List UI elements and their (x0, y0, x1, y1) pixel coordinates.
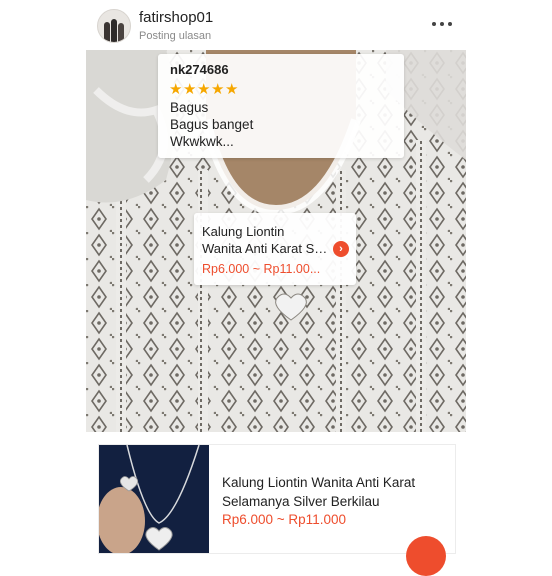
star-icon: ★ (169, 81, 183, 98)
product-tag-price: Rp6.000 ~ Rp11.00... (202, 262, 321, 276)
product-price: Rp6.000 ~ Rp11.000 (222, 512, 346, 527)
shop-name[interactable]: fatirshop01 (139, 9, 213, 26)
necklace-image (99, 445, 209, 553)
star-icon: ★ (183, 81, 197, 98)
review-text-line: Wkwkwk... (170, 134, 234, 149)
more-options-button[interactable] (430, 14, 454, 34)
product-tag[interactable]: Kalung Liontin Wanita Anti Karat Selaman… (194, 213, 356, 285)
product-tag-title: Kalung Liontin Wanita Anti Karat Selaman… (202, 223, 328, 257)
review-overlay: nk274686 ★★★★★ Bagus Bagus banget Wkwkwk… (158, 54, 404, 158)
product-tag-title-line1: Kalung Liontin (202, 224, 285, 239)
reviewer-name: nk274686 (170, 62, 229, 77)
product-card[interactable]: Kalung Liontin Wanita Anti Karat Selaman… (98, 444, 456, 554)
star-icon: ★ (211, 81, 225, 98)
review-text-line: Bagus (170, 100, 209, 115)
review-text-line: Bagus banget (170, 117, 254, 132)
product-thumbnail (99, 445, 209, 553)
star-icon: ★ (225, 81, 239, 98)
shop-avatar[interactable] (97, 9, 131, 43)
star-rating: ★★★★★ (169, 80, 239, 98)
product-tag-title-line2: Wanita Anti Karat Selamanya Silver Berki… (202, 241, 328, 256)
product-title: Kalung Liontin Wanita Anti Karat Selaman… (222, 475, 416, 509)
floating-action-button[interactable] (406, 536, 446, 576)
star-icon: ★ (197, 81, 211, 98)
chevron-right-icon[interactable]: › (333, 241, 349, 257)
post-type-label: Posting ulasan (139, 30, 212, 42)
